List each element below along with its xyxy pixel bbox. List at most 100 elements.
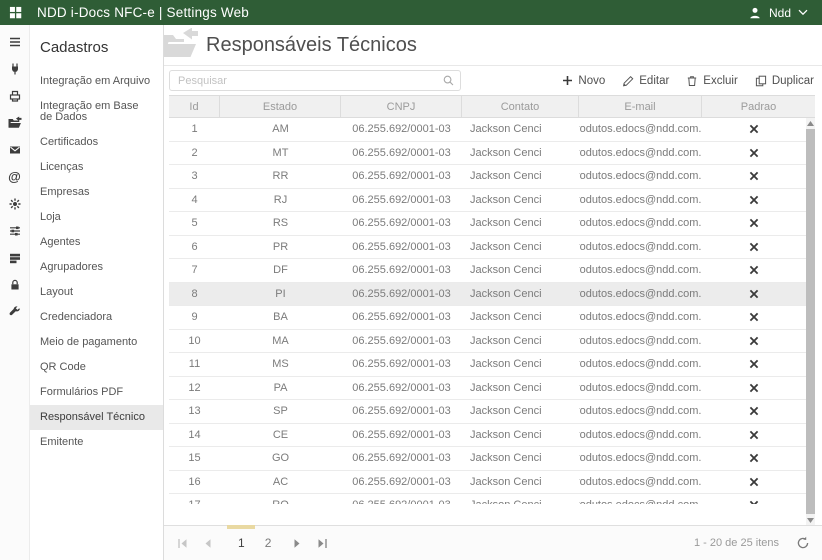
cell-estado: RS	[220, 217, 341, 229]
sidebar-item[interactable]: Credenciadora	[30, 305, 163, 330]
cell-estado: RO	[220, 499, 341, 504]
table-row[interactable]: 8PI06.255.692/0001-03Jackson Cenciprodut…	[169, 283, 806, 307]
column-header-padrao[interactable]: Padrao	[702, 96, 815, 117]
cell-padrao	[702, 406, 806, 416]
plus-icon	[562, 75, 573, 86]
cell-email: produtos.edocs@ndd.com.br	[579, 358, 702, 370]
sidebar-item[interactable]: Agrupadores	[30, 255, 163, 280]
search-input[interactable]	[169, 70, 461, 91]
sidebar-item[interactable]: Integração em Arquivo	[30, 69, 163, 94]
x-mark-icon	[749, 218, 759, 228]
table-row[interactable]: 3RR06.255.692/0001-03Jackson Cenciprodut…	[169, 165, 806, 189]
table-row[interactable]: 16AC06.255.692/0001-03Jackson Cenciprodu…	[169, 471, 806, 495]
cell-email: produtos.edocs@ndd.com.br	[579, 452, 702, 464]
toolbar: Novo Editar Excluir Duplicar	[164, 66, 822, 95]
pencil-icon	[622, 75, 634, 87]
wrench-icon[interactable]	[7, 304, 22, 319]
scrollbar-thumb[interactable]	[806, 129, 815, 514]
pager-pages: 12	[228, 536, 281, 550]
folder-open-icon[interactable]	[7, 115, 22, 130]
list-rows-icon[interactable]	[7, 250, 22, 265]
sidebar-item[interactable]: Emitente	[30, 430, 163, 455]
cell-email: produtos.edocs@ndd.com.br	[579, 123, 702, 135]
table-row[interactable]: 14CE06.255.692/0001-03Jackson Cenciprodu…	[169, 424, 806, 448]
content-header: Responsáveis Técnicos	[164, 25, 822, 66]
cell-cnpj: 06.255.692/0001-03	[341, 194, 462, 206]
cell-cnpj: 06.255.692/0001-03	[341, 499, 462, 504]
user-menu[interactable]: Ndd	[748, 6, 808, 20]
cell-estado: PI	[220, 288, 341, 300]
column-header-contato[interactable]: Contato	[462, 96, 579, 117]
table-row[interactable]: 4RJ06.255.692/0001-03Jackson Cenciprodut…	[169, 189, 806, 213]
sidebar-item[interactable]: Layout	[30, 280, 163, 305]
pager-next-button[interactable]	[291, 537, 303, 549]
sidebar-item[interactable]: Meio de pagamento	[30, 330, 163, 355]
table-row[interactable]: 12PA06.255.692/0001-03Jackson Cenciprodu…	[169, 377, 806, 401]
printer-icon[interactable]	[7, 88, 22, 103]
duplicar-button[interactable]: Duplicar	[755, 75, 814, 87]
app-launcher-waffle-icon[interactable]	[9, 6, 22, 19]
gear-icon[interactable]	[7, 196, 22, 211]
sidebar-item[interactable]: Formulários PDF	[30, 380, 163, 405]
scroll-up-icon[interactable]	[806, 118, 815, 128]
mail-icon[interactable]	[7, 142, 22, 157]
vertical-scrollbar[interactable]	[806, 118, 815, 525]
x-mark-icon	[749, 289, 759, 299]
column-header-cnpj[interactable]: CNPJ	[341, 96, 462, 117]
editar-button[interactable]: Editar	[622, 75, 669, 87]
x-mark-icon	[749, 477, 759, 487]
column-header-email[interactable]: E-mail	[579, 96, 702, 117]
table-row[interactable]: 7DF06.255.692/0001-03Jackson Cenciprodut…	[169, 259, 806, 283]
table-row[interactable]: 15GO06.255.692/0001-03Jackson Cenciprodu…	[169, 447, 806, 471]
table-row[interactable]: 13SP06.255.692/0001-03Jackson Cenciprodu…	[169, 400, 806, 424]
table-row[interactable]: 1AM06.255.692/0001-03Jackson Cenciprodut…	[169, 118, 806, 142]
user-name: Ndd	[769, 6, 791, 20]
sidebar-item[interactable]: Empresas	[30, 180, 163, 205]
novo-button[interactable]: Novo	[562, 75, 605, 87]
menu-icon[interactable]	[7, 34, 22, 49]
table-row[interactable]: 2MT06.255.692/0001-03Jackson Cenciprodut…	[169, 142, 806, 166]
cell-estado: RJ	[220, 194, 341, 206]
sidebar-item[interactable]: Responsável Técnico	[30, 405, 163, 430]
table-row[interactable]: 6PR06.255.692/0001-03Jackson Cenciprodut…	[169, 236, 806, 260]
lock-icon[interactable]	[7, 277, 22, 292]
sidebar-item[interactable]: Certificados	[30, 130, 163, 155]
icon-strip: @	[0, 25, 30, 560]
copy-icon	[755, 75, 767, 87]
pager-page-2[interactable]: 2	[255, 536, 282, 550]
button-label: Duplicar	[772, 75, 814, 87]
sliders-icon[interactable]	[7, 223, 22, 238]
app-body: @ Cadastros Integração em ArquivoIntegra…	[0, 25, 822, 560]
cell-email: produtos.edocs@ndd.com.br	[579, 241, 702, 253]
scroll-down-icon[interactable]	[806, 515, 815, 525]
pager-first-button[interactable]	[176, 537, 188, 549]
search-icon	[442, 74, 455, 92]
pager-last-button[interactable]	[316, 537, 328, 549]
sidebar-item[interactable]: Agentes	[30, 230, 163, 255]
cell-id: 10	[169, 335, 220, 347]
sidebar-item[interactable]: Integração em Base de Dados	[30, 94, 163, 130]
column-header-estado[interactable]: Estado	[220, 96, 341, 117]
excluir-button[interactable]: Excluir	[686, 75, 738, 87]
plug-icon[interactable]	[7, 61, 22, 76]
sidebar-item[interactable]: Licenças	[30, 155, 163, 180]
table-row[interactable]: 9BA06.255.692/0001-03Jackson Cenciprodut…	[169, 306, 806, 330]
table-row[interactable]: 10MA06.255.692/0001-03Jackson Cenciprodu…	[169, 330, 806, 354]
table-row[interactable]: 11MS06.255.692/0001-03Jackson Cenciprodu…	[169, 353, 806, 377]
cell-contato: Jackson Cenci	[462, 147, 579, 159]
pager-prev-button[interactable]	[201, 537, 213, 549]
pager-status: 1 - 20 de 25 itens	[694, 537, 779, 549]
x-mark-icon	[749, 453, 759, 463]
pager-page-1[interactable]: 1	[228, 536, 255, 550]
refresh-icon[interactable]	[796, 536, 810, 550]
table-row[interactable]: 5RS06.255.692/0001-03Jackson Cenciprodut…	[169, 212, 806, 236]
table-row[interactable]: 17RO06.255.692/0001-03Jackson Cenciprodu…	[169, 494, 806, 504]
cell-cnpj: 06.255.692/0001-03	[341, 429, 462, 441]
table-body: 1AM06.255.692/0001-03Jackson Cenciprodut…	[169, 118, 806, 504]
at-sign-icon[interactable]: @	[7, 169, 22, 184]
sidebar-item[interactable]: Loja	[30, 205, 163, 230]
cell-id: 5	[169, 217, 220, 229]
column-header-id[interactable]: Id	[169, 96, 220, 117]
sidebar-item[interactable]: QR Code	[30, 355, 163, 380]
cell-id: 11	[169, 358, 220, 370]
